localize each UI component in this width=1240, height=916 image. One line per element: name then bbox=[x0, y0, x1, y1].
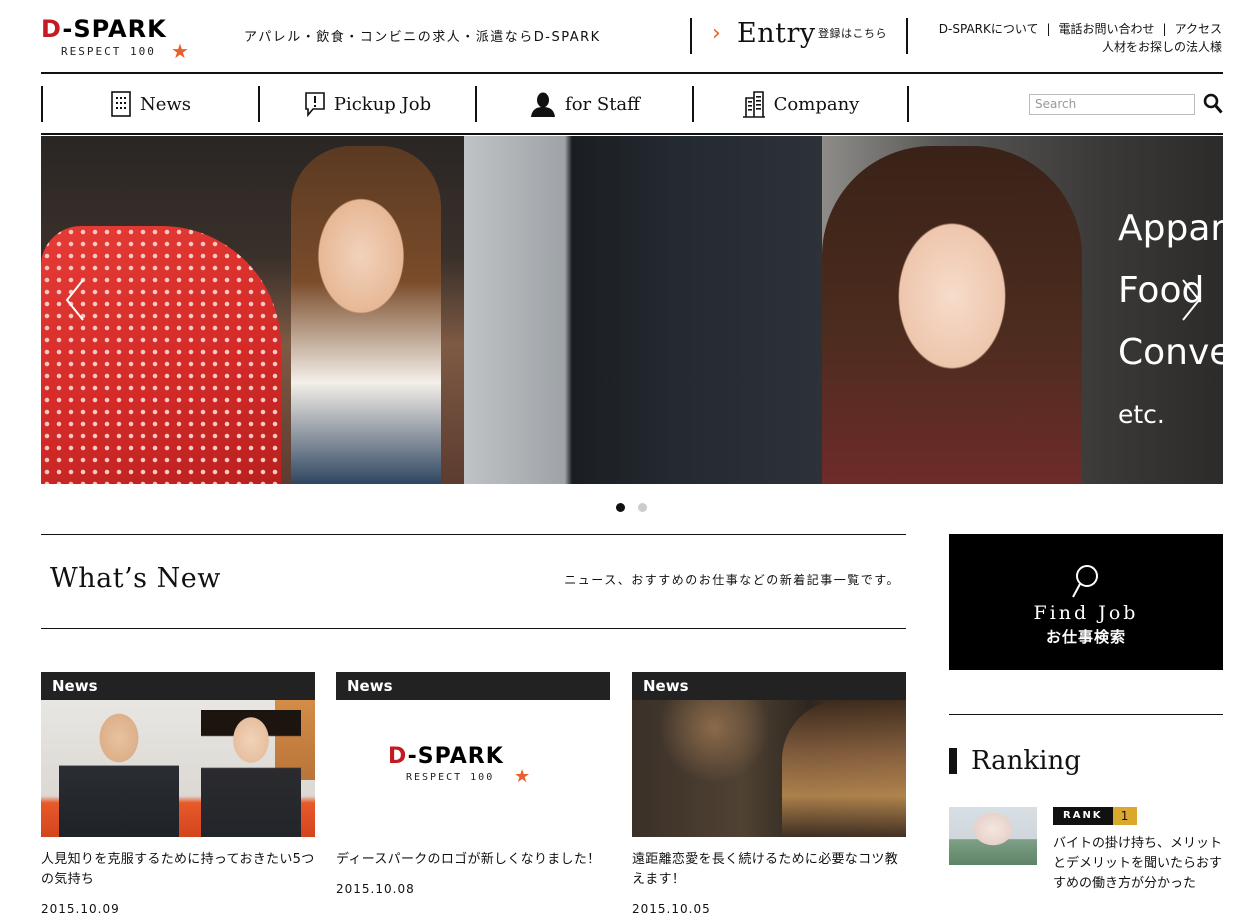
ranking-heading: Ranking bbox=[949, 745, 1081, 777]
entry-sublabel: 登録はこちら bbox=[818, 27, 887, 40]
hero-photo-apparel bbox=[41, 136, 464, 484]
hero-woman-2 bbox=[822, 146, 1082, 484]
site-tagline: アパレル・飲食・コンビニの求人・派遣ならD-SPARK bbox=[244, 30, 601, 45]
news-card[interactable]: News 遠距離恋愛を長く続けるために必要なコツ教えます！ 2015.10.05 bbox=[632, 672, 906, 916]
ranking-item-title[interactable]: バイトの掛け持ち、メリットとデメリットを聞いたらおすすめの働き方が分かった bbox=[1053, 834, 1223, 894]
slider-dot[interactable] bbox=[638, 503, 647, 512]
hero-slider[interactable]: Appare Food Conve etc. bbox=[41, 136, 1223, 484]
hero-caption-line: Conve bbox=[1118, 332, 1223, 373]
site-logo[interactable]: D-SPARK RESPECT 100 ★ bbox=[41, 14, 216, 64]
star-icon: ★ bbox=[171, 39, 189, 63]
link-separator: | bbox=[1162, 22, 1167, 36]
ranking-title: Ranking bbox=[971, 746, 1081, 776]
nav-label: for Staff bbox=[565, 93, 640, 115]
hero-red-dress bbox=[41, 226, 281, 484]
find-job-button[interactable]: Find Job お仕事検索 bbox=[949, 534, 1223, 670]
nav-label: Pickup Job bbox=[333, 93, 432, 115]
section-divider bbox=[41, 534, 906, 535]
news-card[interactable]: News 人見知りを克服するために持っておきたい5つの気持ち 2015.10.0… bbox=[41, 672, 315, 916]
link-about[interactable]: D-SPARKについて bbox=[939, 22, 1039, 36]
chevron-right-icon: › bbox=[712, 21, 721, 46]
card-date: 2015.10.05 bbox=[632, 902, 711, 916]
logo-wordmark: D-SPARK bbox=[388, 743, 504, 769]
logo-tagline: RESPECT 100 bbox=[406, 771, 495, 783]
card-category-tag: News bbox=[41, 672, 315, 700]
nav-label: Company bbox=[773, 93, 860, 115]
entry-label: Entry bbox=[737, 18, 816, 49]
rank-label: RANK bbox=[1053, 807, 1113, 825]
hero-woman-1 bbox=[291, 146, 441, 484]
document-icon bbox=[111, 91, 131, 117]
nav-item-pickup-job[interactable]: Pickup Job bbox=[258, 86, 475, 122]
magnifier-icon bbox=[1072, 565, 1098, 598]
link-phone-contact[interactable]: 電話お問い合わせ bbox=[1059, 22, 1155, 36]
header-divider bbox=[41, 72, 1223, 74]
card-title[interactable]: ディースパークのロゴが新しくなりました！ bbox=[336, 850, 610, 870]
nav-item-news[interactable]: News bbox=[41, 86, 258, 122]
main-nav: News Pickup Job for Staff Company Search bbox=[41, 86, 1223, 124]
search-input[interactable]: Search bbox=[1029, 94, 1195, 115]
hero-caption-line: Appare bbox=[1118, 208, 1223, 249]
top-links: D-SPARKについて | 電話お問い合わせ | アクセス 人材をお探しの法人様 bbox=[939, 20, 1222, 56]
entry-button[interactable]: › Entry 登録はこちら bbox=[690, 18, 908, 54]
link-access[interactable]: アクセス bbox=[1175, 22, 1222, 36]
heading-bar bbox=[949, 748, 957, 774]
card-title[interactable]: 人見知りを克服するために持っておきたい5つの気持ち bbox=[41, 850, 315, 890]
logo-wordmark: D-SPARK bbox=[41, 15, 167, 43]
card-image-night-city bbox=[632, 700, 906, 837]
card-category-tag: News bbox=[336, 672, 610, 700]
section-description: ニュース、おすすめのお仕事などの新着記事一覧です。 bbox=[564, 573, 900, 587]
site-header: D-SPARK RESPECT 100 ★ アパレル・飲食・コンビニの求人・派遣… bbox=[0, 0, 1240, 72]
find-job-label-en: Find Job bbox=[1033, 602, 1139, 624]
card-category-tag: News bbox=[632, 672, 906, 700]
section-divider bbox=[41, 628, 906, 629]
section-title-whats-new: What’s New bbox=[50, 563, 221, 594]
slider-pagination bbox=[616, 503, 647, 512]
logo-tagline: RESPECT 100 bbox=[61, 45, 156, 58]
speech-bubble-icon bbox=[305, 92, 325, 117]
hero-caption: Appare Food Conve etc. bbox=[1118, 198, 1223, 446]
card-image-interview bbox=[41, 700, 315, 837]
card-image-logo: D-SPARK RESPECT 100 ★ bbox=[336, 700, 610, 837]
star-icon: ★ bbox=[514, 765, 531, 787]
card-logo: D-SPARK RESPECT 100 ★ bbox=[388, 744, 558, 794]
section-divider bbox=[949, 714, 1223, 715]
search-icon[interactable] bbox=[1203, 93, 1223, 115]
card-image-woman bbox=[782, 700, 906, 837]
person-icon bbox=[531, 92, 556, 117]
link-separator: | bbox=[1046, 22, 1051, 36]
nav-divider bbox=[41, 133, 1223, 135]
card-image-man bbox=[59, 706, 179, 837]
nav-item-for-staff[interactable]: for Staff bbox=[475, 86, 692, 122]
hero-photo-background bbox=[464, 136, 824, 484]
rank-badge: RANK 1 bbox=[1053, 807, 1137, 825]
news-card[interactable]: News D-SPARK RESPECT 100 ★ ディースパークのロゴが新し… bbox=[336, 672, 610, 896]
slider-dot-active[interactable] bbox=[616, 503, 625, 512]
card-date: 2015.10.09 bbox=[41, 902, 120, 916]
card-title[interactable]: 遠距離恋愛を長く続けるために必要なコツ教えます！ bbox=[632, 850, 906, 890]
chevron-left-icon[interactable] bbox=[61, 276, 89, 324]
nav-item-company[interactable]: Company bbox=[692, 86, 909, 122]
link-corporate[interactable]: 人材をお探しの法人様 bbox=[939, 38, 1222, 56]
ranking-thumbnail bbox=[949, 807, 1037, 865]
hero-caption-line: Food bbox=[1118, 270, 1205, 311]
rank-number: 1 bbox=[1112, 807, 1137, 825]
hero-caption-line: etc. bbox=[1118, 400, 1165, 429]
find-job-label-ja: お仕事検索 bbox=[1045, 628, 1126, 646]
nav-label: News bbox=[139, 93, 192, 115]
card-date: 2015.10.08 bbox=[336, 882, 415, 896]
card-image-woman bbox=[201, 710, 301, 837]
building-icon bbox=[742, 91, 765, 118]
